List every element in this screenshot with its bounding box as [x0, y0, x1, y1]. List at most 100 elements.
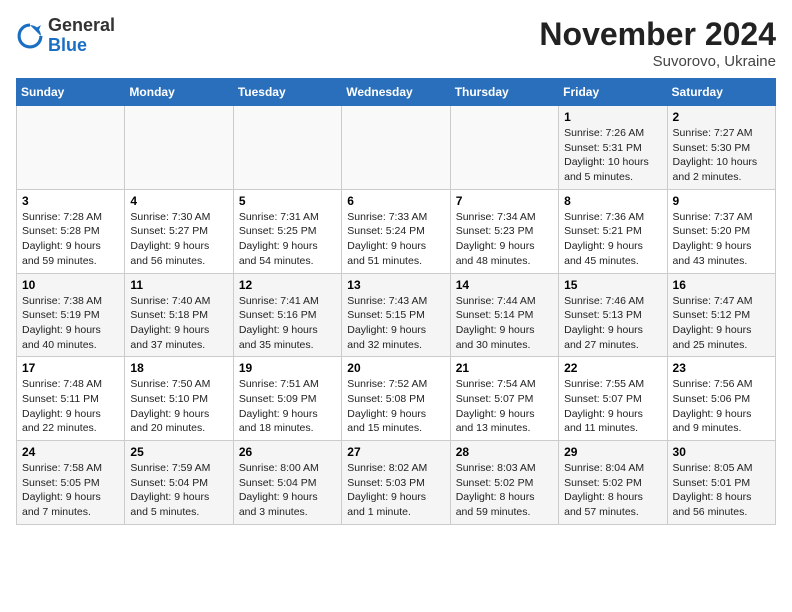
calendar-cell: 3 Sunrise: 7:28 AM Sunset: 5:28 PM Daylig… [17, 189, 125, 273]
day-info: Sunrise: 7:30 AM Sunset: 5:27 PM Dayligh… [130, 210, 227, 269]
week-row-5: 24 Sunrise: 7:58 AM Sunset: 5:05 PM Dayli… [17, 441, 776, 525]
calendar-cell: 20 Sunrise: 7:52 AM Sunset: 5:08 PM Dayli… [342, 357, 450, 441]
location-subtitle: Suvorovo, Ukraine [539, 53, 776, 70]
day-number: 7 [456, 194, 553, 208]
day-number: 30 [673, 445, 770, 459]
day-info: Sunrise: 7:28 AM Sunset: 5:28 PM Dayligh… [22, 210, 119, 269]
calendar-cell: 15 Sunrise: 7:46 AM Sunset: 5:13 PM Dayli… [559, 273, 667, 357]
calendar-cell: 27 Sunrise: 8:02 AM Sunset: 5:03 PM Dayli… [342, 441, 450, 525]
day-info: Sunrise: 7:47 AM Sunset: 5:12 PM Dayligh… [673, 294, 770, 353]
week-row-3: 10Sunrise: 7:38 AM Sunset: 5:19 PM Dayli… [17, 273, 776, 357]
calendar-cell [342, 106, 450, 190]
day-info: Sunrise: 7:26 AM Sunset: 5:31 PM Dayligh… [564, 126, 661, 185]
day-info: Sunrise: 7:56 AM Sunset: 5:06 PM Dayligh… [673, 377, 770, 436]
day-number: 2 [673, 110, 770, 124]
day-number: 29 [564, 445, 661, 459]
weekday-header-sunday: Sunday [17, 79, 125, 106]
day-number: 1 [564, 110, 661, 124]
day-number: 3 [22, 194, 119, 208]
day-number: 21 [456, 361, 553, 375]
weekday-header-row: SundayMondayTuesdayWednesdayThursdayFrid… [17, 79, 776, 106]
calendar-cell: 23 Sunrise: 7:56 AM Sunset: 5:06 PM Dayli… [667, 357, 775, 441]
day-info: Sunrise: 7:41 AM Sunset: 5:16 PM Dayligh… [239, 294, 336, 353]
calendar-cell: 12 Sunrise: 7:41 AM Sunset: 5:16 PM Dayli… [233, 273, 341, 357]
day-info: Sunrise: 7:58 AM Sunset: 5:05 PM Dayligh… [22, 461, 119, 520]
calendar-cell: 1 Sunrise: 7:26 AM Sunset: 5:31 PM Daylig… [559, 106, 667, 190]
day-info: Sunrise: 7:36 AM Sunset: 5:21 PM Dayligh… [564, 210, 661, 269]
day-number: 6 [347, 194, 444, 208]
day-number: 8 [564, 194, 661, 208]
day-number: 13 [347, 278, 444, 292]
calendar-cell: 16 Sunrise: 7:47 AM Sunset: 5:12 PM Dayli… [667, 273, 775, 357]
day-number: 15 [564, 278, 661, 292]
day-number: 11 [130, 278, 227, 292]
day-info: Sunrise: 7:31 AM Sunset: 5:25 PM Dayligh… [239, 210, 336, 269]
calendar-cell: 14 Sunrise: 7:44 AM Sunset: 5:14 PM Dayli… [450, 273, 558, 357]
day-number: 18 [130, 361, 227, 375]
calendar-cell: 6 Sunrise: 7:33 AM Sunset: 5:24 PM Daylig… [342, 189, 450, 273]
page-header: General Blue November 2024 Suvorovo, Ukr… [16, 16, 776, 70]
day-info: Sunrise: 7:48 AM Sunset: 5:11 PM Dayligh… [22, 377, 119, 436]
calendar-cell [17, 106, 125, 190]
day-info: Sunrise: 8:05 AM Sunset: 5:01 PM Dayligh… [673, 461, 770, 520]
title-block: November 2024 Suvorovo, Ukraine [539, 16, 776, 70]
day-number: 17 [22, 361, 119, 375]
month-title: November 2024 [539, 16, 776, 53]
day-info: Sunrise: 7:51 AM Sunset: 5:09 PM Dayligh… [239, 377, 336, 436]
calendar-cell: 9Sunrise: 7:37 AM Sunset: 5:20 PM Daylig… [667, 189, 775, 273]
calendar-cell [125, 106, 233, 190]
day-info: Sunrise: 7:46 AM Sunset: 5:13 PM Dayligh… [564, 294, 661, 353]
week-row-4: 17 Sunrise: 7:48 AM Sunset: 5:11 PM Dayli… [17, 357, 776, 441]
logo-text: General Blue [48, 16, 115, 56]
calendar-cell [450, 106, 558, 190]
weekday-header-monday: Monday [125, 79, 233, 106]
day-info: Sunrise: 7:40 AM Sunset: 5:18 PM Dayligh… [130, 294, 227, 353]
week-row-2: 3 Sunrise: 7:28 AM Sunset: 5:28 PM Daylig… [17, 189, 776, 273]
day-info: Sunrise: 7:52 AM Sunset: 5:08 PM Dayligh… [347, 377, 444, 436]
calendar-cell: 7 Sunrise: 7:34 AM Sunset: 5:23 PM Daylig… [450, 189, 558, 273]
day-number: 25 [130, 445, 227, 459]
day-info: Sunrise: 8:00 AM Sunset: 5:04 PM Dayligh… [239, 461, 336, 520]
calendar-cell [233, 106, 341, 190]
weekday-header-friday: Friday [559, 79, 667, 106]
calendar-cell: 13Sunrise: 7:43 AM Sunset: 5:15 PM Dayli… [342, 273, 450, 357]
day-number: 24 [22, 445, 119, 459]
calendar-cell: 30 Sunrise: 8:05 AM Sunset: 5:01 PM Dayli… [667, 441, 775, 525]
day-info: Sunrise: 7:54 AM Sunset: 5:07 PM Dayligh… [456, 377, 553, 436]
day-number: 23 [673, 361, 770, 375]
day-number: 14 [456, 278, 553, 292]
day-info: Sunrise: 7:38 AM Sunset: 5:19 PM Dayligh… [22, 294, 119, 353]
day-info: Sunrise: 8:04 AM Sunset: 5:02 PM Dayligh… [564, 461, 661, 520]
calendar-cell: 17 Sunrise: 7:48 AM Sunset: 5:11 PM Dayli… [17, 357, 125, 441]
weekday-header-tuesday: Tuesday [233, 79, 341, 106]
calendar-cell: 19 Sunrise: 7:51 AM Sunset: 5:09 PM Dayli… [233, 357, 341, 441]
day-number: 16 [673, 278, 770, 292]
calendar-cell: 26 Sunrise: 8:00 AM Sunset: 5:04 PM Dayli… [233, 441, 341, 525]
calendar-cell: 22 Sunrise: 7:55 AM Sunset: 5:07 PM Dayli… [559, 357, 667, 441]
day-number: 28 [456, 445, 553, 459]
day-number: 12 [239, 278, 336, 292]
day-number: 19 [239, 361, 336, 375]
day-info: Sunrise: 7:34 AM Sunset: 5:23 PM Dayligh… [456, 210, 553, 269]
day-info: Sunrise: 7:27 AM Sunset: 5:30 PM Dayligh… [673, 126, 770, 185]
day-number: 20 [347, 361, 444, 375]
calendar-table: SundayMondayTuesdayWednesdayThursdayFrid… [16, 78, 776, 525]
day-info: Sunrise: 7:59 AM Sunset: 5:04 PM Dayligh… [130, 461, 227, 520]
calendar-cell: 25 Sunrise: 7:59 AM Sunset: 5:04 PM Dayli… [125, 441, 233, 525]
weekday-header-saturday: Saturday [667, 79, 775, 106]
day-number: 5 [239, 194, 336, 208]
day-number: 26 [239, 445, 336, 459]
day-info: Sunrise: 7:50 AM Sunset: 5:10 PM Dayligh… [130, 377, 227, 436]
day-info: Sunrise: 8:03 AM Sunset: 5:02 PM Dayligh… [456, 461, 553, 520]
day-info: Sunrise: 7:33 AM Sunset: 5:24 PM Dayligh… [347, 210, 444, 269]
day-info: Sunrise: 8:02 AM Sunset: 5:03 PM Dayligh… [347, 461, 444, 520]
logo-icon [16, 22, 44, 50]
day-info: Sunrise: 7:55 AM Sunset: 5:07 PM Dayligh… [564, 377, 661, 436]
calendar-cell: 18 Sunrise: 7:50 AM Sunset: 5:10 PM Dayli… [125, 357, 233, 441]
calendar-cell: 24 Sunrise: 7:58 AM Sunset: 5:05 PM Dayli… [17, 441, 125, 525]
day-number: 22 [564, 361, 661, 375]
day-info: Sunrise: 7:44 AM Sunset: 5:14 PM Dayligh… [456, 294, 553, 353]
day-number: 27 [347, 445, 444, 459]
day-number: 4 [130, 194, 227, 208]
calendar-cell: 11 Sunrise: 7:40 AM Sunset: 5:18 PM Dayli… [125, 273, 233, 357]
